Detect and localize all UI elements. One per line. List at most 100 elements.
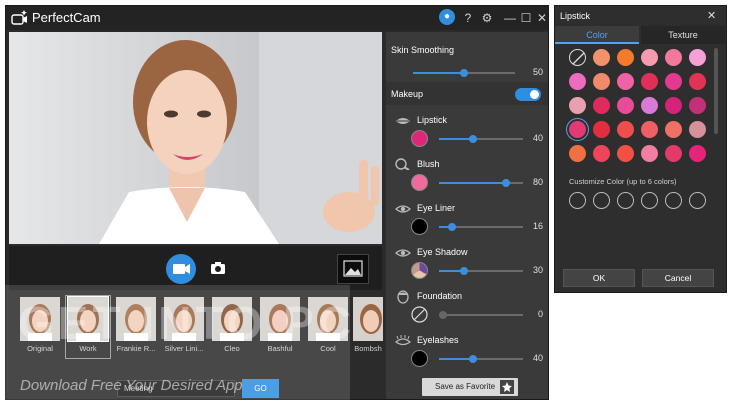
foundation-label: Foundation bbox=[417, 291, 463, 301]
ok-button[interactable]: OK bbox=[563, 269, 635, 287]
photo-camera-icon[interactable] bbox=[210, 261, 226, 275]
skin-smoothing-slider[interactable] bbox=[413, 69, 515, 77]
slider-knob[interactable] bbox=[469, 355, 477, 363]
lipstick-color-swatch[interactable] bbox=[593, 73, 610, 90]
lipstick-color-swatch[interactable] bbox=[569, 97, 586, 114]
eye-shadow-slider[interactable] bbox=[439, 267, 523, 275]
custom-color-slot[interactable] bbox=[641, 192, 658, 209]
eye-liner-label: Eye Liner bbox=[417, 203, 456, 213]
slider-knob[interactable] bbox=[460, 267, 468, 275]
titlebar: PerfectCam ● ? ⚙ — ☐ ✕ bbox=[6, 6, 548, 30]
blush-brush-icon bbox=[395, 158, 410, 170]
camera-control-bar bbox=[9, 246, 382, 290]
lipstick-color-swatch[interactable] bbox=[641, 121, 658, 138]
lipstick-color-swatch[interactable] bbox=[689, 49, 706, 66]
eyelashes-slider[interactable] bbox=[439, 355, 523, 363]
slider-knob[interactable] bbox=[460, 69, 468, 77]
lipstick-color-swatch[interactable] bbox=[617, 145, 634, 162]
lipstick-color-swatch[interactable] bbox=[617, 97, 634, 114]
makeup-settings-panel: Skin Smoothing 50 Makeup Lipstick 40 Blu… bbox=[386, 32, 548, 399]
custom-color-slot[interactable] bbox=[569, 192, 586, 209]
eye-shadow-label: Eye Shadow bbox=[417, 247, 468, 257]
custom-color-slot[interactable] bbox=[617, 192, 634, 209]
video-camera-icon bbox=[173, 264, 190, 274]
lipstick-color-swatch[interactable] bbox=[689, 97, 706, 114]
lipstick-color-swatch[interactable] bbox=[665, 73, 682, 90]
gear-icon[interactable]: ⚙ bbox=[478, 8, 496, 28]
lipstick-color-swatch[interactable] bbox=[593, 145, 610, 162]
lipstick-color-swatch[interactable] bbox=[689, 73, 706, 90]
eye-icon bbox=[395, 205, 411, 213]
close-icon[interactable]: ✕ bbox=[707, 9, 716, 22]
custom-color-slot[interactable] bbox=[593, 192, 610, 209]
lipstick-color-swatch[interactable] bbox=[593, 49, 610, 66]
blush-label: Blush bbox=[417, 159, 440, 169]
lipstick-color-swatch[interactable] bbox=[617, 49, 634, 66]
lipstick-color-swatch[interactable] bbox=[665, 145, 682, 162]
cancel-button[interactable]: Cancel bbox=[642, 269, 714, 287]
lipstick-color-window: Lipstick ✕ Color Texture Customize Color… bbox=[554, 5, 727, 293]
camera-preview bbox=[9, 32, 382, 244]
lipstick-color-swatch[interactable] bbox=[641, 97, 658, 114]
custom-color-slot[interactable] bbox=[665, 192, 682, 209]
eye-shadow-color-swatch[interactable] bbox=[411, 262, 428, 279]
lipstick-color-swatch[interactable] bbox=[641, 49, 658, 66]
eye-liner-color-swatch[interactable] bbox=[411, 218, 428, 235]
lipstick-color-swatch[interactable] bbox=[569, 73, 586, 90]
eye-shadow-value: 30 bbox=[532, 265, 543, 275]
lipstick-color-swatch[interactable] bbox=[641, 73, 658, 90]
lipstick-color-swatch[interactable] bbox=[689, 145, 706, 162]
lipstick-color-swatch[interactable] bbox=[569, 121, 586, 138]
screen: PerfectCam ● ? ⚙ — ☐ ✕ Original Work Fra… bbox=[0, 0, 732, 407]
camera-image bbox=[9, 32, 382, 244]
lipstick-color-swatch[interactable] bbox=[665, 121, 682, 138]
skin-smoothing-value: 50 bbox=[532, 67, 543, 77]
lipstick-color-swatch[interactable] bbox=[641, 145, 658, 162]
eyelashes-label: Eyelashes bbox=[417, 335, 459, 345]
no-color-swatch[interactable] bbox=[569, 49, 586, 66]
watermark-tagline: Download Free Your Desired App bbox=[20, 377, 243, 394]
slider-knob[interactable] bbox=[502, 179, 510, 187]
save-as-favorite-button[interactable]: Save as Favorite bbox=[422, 378, 518, 396]
lipstick-value: 40 bbox=[532, 133, 543, 143]
lipstick-color-swatch[interactable] bbox=[411, 130, 428, 147]
help-icon[interactable]: ? bbox=[459, 8, 477, 28]
makeup-toggle[interactable] bbox=[515, 88, 541, 101]
effect-thumbnail bbox=[353, 297, 383, 341]
effect-bombshell[interactable]: Bombsh bbox=[353, 297, 383, 357]
frame-picker-button[interactable] bbox=[337, 254, 369, 284]
lipstick-color-swatch[interactable] bbox=[617, 73, 634, 90]
no-color-icon bbox=[572, 52, 585, 65]
lipstick-color-swatch[interactable] bbox=[593, 121, 610, 138]
face-icon bbox=[397, 290, 409, 304]
slider-knob[interactable] bbox=[448, 223, 456, 231]
lipstick-color-swatch[interactable] bbox=[665, 49, 682, 66]
lipstick-color-swatch[interactable] bbox=[689, 121, 706, 138]
eye-liner-value: 16 bbox=[532, 221, 543, 231]
close-icon[interactable]: ✕ bbox=[533, 8, 548, 28]
eye-liner-slider[interactable] bbox=[439, 223, 523, 231]
eyelashes-color-swatch[interactable] bbox=[411, 350, 428, 367]
foundation-slider[interactable] bbox=[439, 311, 523, 319]
no-color-icon[interactable] bbox=[411, 306, 428, 323]
lipstick-color-swatch[interactable] bbox=[569, 145, 586, 162]
slider-knob[interactable] bbox=[439, 311, 447, 319]
lipstick-slider[interactable] bbox=[439, 135, 523, 143]
lipstick-color-swatch[interactable] bbox=[665, 97, 682, 114]
notification-icon[interactable]: ● bbox=[439, 9, 455, 25]
tab-texture[interactable]: Texture bbox=[641, 26, 725, 44]
slider-knob[interactable] bbox=[469, 135, 477, 143]
eyelash-icon bbox=[395, 335, 411, 346]
lipstick-color-swatch[interactable] bbox=[593, 97, 610, 114]
add-favorite-icon bbox=[500, 380, 514, 394]
lipstick-color-swatch[interactable] bbox=[617, 121, 634, 138]
image-icon bbox=[343, 260, 363, 277]
video-mode-button[interactable] bbox=[166, 254, 196, 284]
makeup-label: Makeup bbox=[391, 89, 424, 99]
color-grid-scrollbar[interactable] bbox=[714, 48, 718, 134]
custom-color-slot[interactable] bbox=[689, 192, 706, 209]
blush-color-swatch[interactable] bbox=[411, 174, 428, 191]
tab-color[interactable]: Color bbox=[555, 26, 639, 44]
blush-slider[interactable] bbox=[439, 179, 523, 187]
skin-smoothing-label: Skin Smoothing bbox=[391, 45, 455, 55]
